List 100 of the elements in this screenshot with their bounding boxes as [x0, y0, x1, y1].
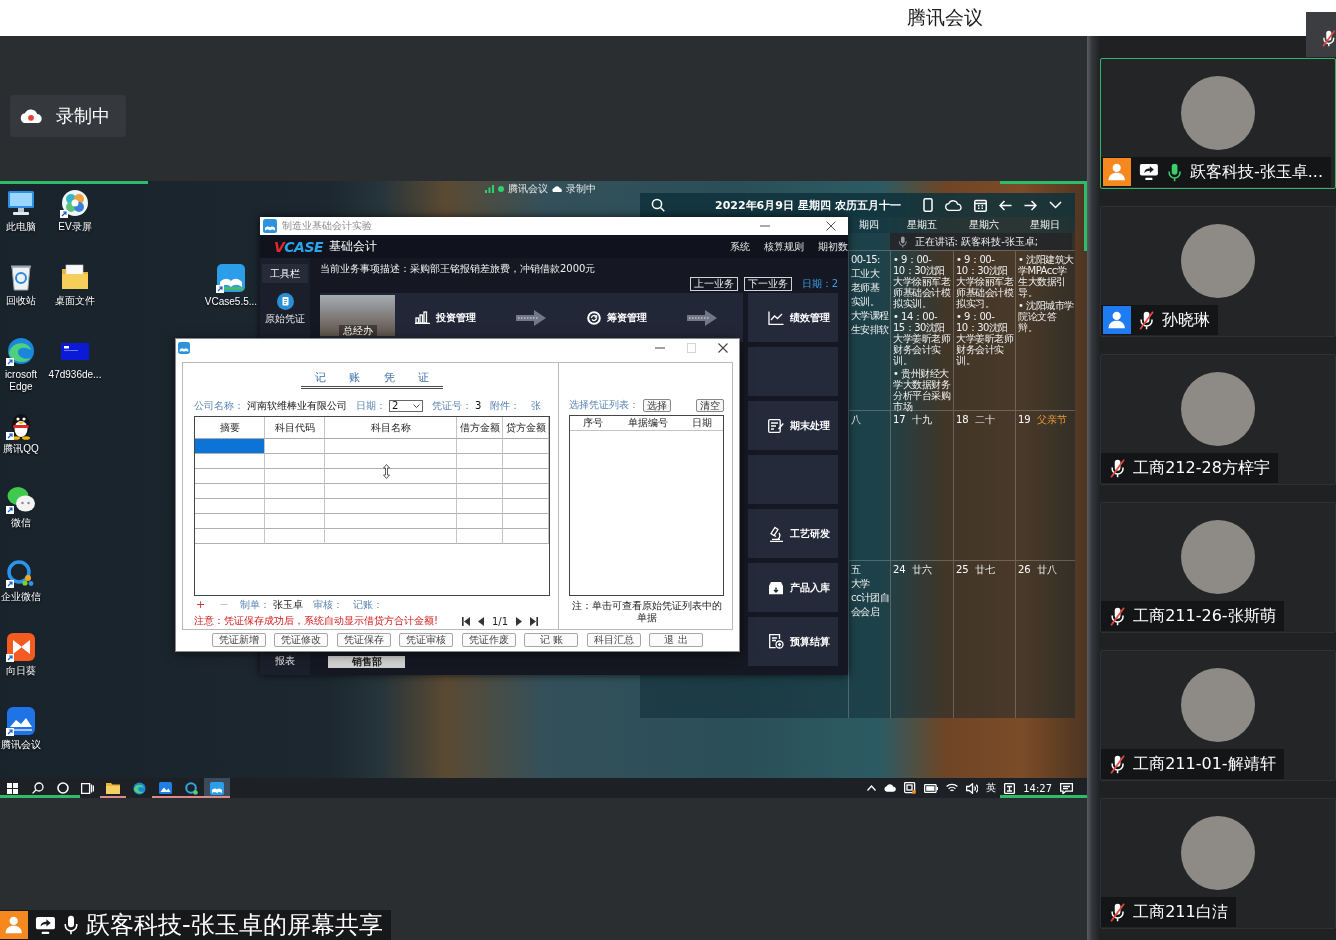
entry-cell[interactable]: [457, 514, 503, 529]
entry-cell[interactable]: [265, 469, 325, 484]
date-select[interactable]: 2: [389, 399, 423, 412]
windows-start-icon[interactable]: [7, 782, 18, 794]
entry-cell[interactable]: [265, 514, 325, 529]
entry-cell[interactable]: [195, 484, 265, 499]
ime-icon[interactable]: [1004, 782, 1016, 794]
input-language[interactable]: 英: [986, 781, 997, 795]
desktop-shortcut[interactable]: VCase5.5...: [204, 260, 258, 308]
task-view-icon[interactable]: [81, 782, 94, 794]
desktop-shortcut[interactable]: EV录屏: [58, 185, 92, 233]
tray-app-icon[interactable]: [904, 782, 917, 794]
chevron-down-icon[interactable]: [1049, 201, 1062, 209]
close-icon[interactable]: [826, 221, 836, 231]
desktop-shortcut[interactable]: 企业微信: [1, 555, 41, 603]
list-button[interactable]: 选择: [643, 398, 671, 412]
arrow-left-icon[interactable]: [999, 199, 1012, 211]
module-button[interactable]: 工艺研发: [748, 509, 838, 558]
action-button[interactable]: 凭证修改: [274, 633, 329, 647]
calendar-icon[interactable]: [974, 198, 987, 212]
desktop-shortcut[interactable]: 回收站: [6, 259, 36, 307]
entry-cell[interactable]: [265, 454, 325, 469]
action-button[interactable]: 退 出: [648, 633, 703, 647]
entry-cell[interactable]: [195, 469, 265, 484]
entry-cell[interactable]: [457, 484, 503, 499]
action-button[interactable]: 科目汇总: [586, 633, 641, 647]
desktop-shortcut[interactable]: 腾讯会议: [1, 703, 41, 751]
menu-item[interactable]: 系统: [730, 239, 750, 254]
entry-cell[interactable]: [325, 514, 457, 529]
notification-icon[interactable]: [1060, 782, 1073, 794]
flow-step-button[interactable]: 筹资管理: [586, 310, 647, 325]
taskbar-button[interactable]: [204, 778, 230, 798]
nav-button[interactable]: 下一业务: [743, 277, 792, 291]
entry-cell[interactable]: [457, 439, 503, 454]
chevron-up-icon[interactable]: [867, 785, 877, 791]
desktop-shortcut[interactable]: 微信: [6, 481, 36, 529]
entry-cell[interactable]: [457, 454, 503, 469]
next-page-icon[interactable]: [516, 616, 522, 626]
previous-page-icon[interactable]: [477, 616, 484, 626]
list-button[interactable]: 清空: [696, 398, 724, 412]
search-icon[interactable]: [31, 782, 44, 794]
entry-cell[interactable]: [503, 454, 549, 469]
recording-badge[interactable]: 录制中: [10, 95, 126, 137]
entry-cell[interactable]: [325, 469, 457, 484]
action-button[interactable]: 凭证作废: [461, 633, 516, 647]
menu-item[interactable]: 核算规则: [764, 239, 804, 254]
close-icon[interactable]: [718, 343, 728, 353]
entry-cell[interactable]: [503, 514, 549, 529]
cloud-outline-icon[interactable]: [945, 199, 962, 211]
entry-cell[interactable]: [325, 454, 457, 469]
entry-cell[interactable]: [265, 439, 325, 454]
first-page-icon[interactable]: [461, 616, 470, 626]
module-button[interactable]: 期末处理: [748, 401, 838, 450]
phone-icon[interactable]: [923, 198, 933, 212]
circle-icon[interactable]: [56, 782, 69, 794]
participant-tile[interactable]: 孙晓琳: [1100, 206, 1336, 337]
video-tile[interactable]: [1306, 12, 1336, 57]
entry-cell[interactable]: [325, 499, 457, 514]
entry-cell[interactable]: [265, 484, 325, 499]
tool-button[interactable]: 原始凭证: [265, 293, 305, 325]
desktop-shortcut[interactable]: 47d936de...: [48, 333, 102, 381]
desktop-shortcut[interactable]: 此电脑: [6, 185, 36, 233]
entry-cell[interactable]: [195, 439, 265, 454]
speaker-icon[interactable]: [966, 782, 979, 794]
cloud-icon[interactable]: [884, 784, 897, 792]
nav-button[interactable]: 上一业务: [689, 277, 738, 291]
entry-cell[interactable]: [265, 499, 325, 514]
search-icon[interactable]: [651, 198, 665, 212]
entry-cell[interactable]: [503, 469, 549, 484]
entry-cell[interactable]: [503, 439, 549, 454]
tool-button[interactable]: 报表: [275, 655, 295, 667]
entry-cell[interactable]: [195, 499, 265, 514]
entry-cell[interactable]: [325, 439, 457, 454]
participant-tile[interactable]: 工商211-26-张斯萌: [1100, 502, 1336, 633]
entry-cell[interactable]: [195, 529, 265, 544]
participant-tile[interactable]: 跃客科技-张玉卓...: [1100, 58, 1336, 189]
arrow-right-icon[interactable]: [1024, 199, 1037, 211]
menu-item[interactable]: 期初数: [818, 239, 848, 254]
module-button[interactable]: 产品入库: [748, 563, 838, 612]
desktop-shortcut[interactable]: icrosoft Edge: [0, 333, 42, 393]
clock-time[interactable]: 14:27: [1023, 782, 1052, 794]
action-button[interactable]: 记 账: [524, 633, 579, 647]
desktop-shortcut[interactable]: 桌面文件: [55, 259, 95, 307]
module-button[interactable]: 预算结算: [748, 617, 838, 666]
entry-cell[interactable]: [503, 529, 549, 544]
entry-cell[interactable]: [325, 529, 457, 544]
add-row-button[interactable]: +: [194, 599, 208, 611]
entry-cell[interactable]: [195, 514, 265, 529]
entry-cell[interactable]: [457, 469, 503, 484]
module-button[interactable]: 绩效管理: [748, 293, 838, 342]
flow-step-button[interactable]: 投资管理: [415, 310, 477, 325]
entry-cell[interactable]: [503, 484, 549, 499]
wifi-icon[interactable]: [946, 783, 959, 793]
entry-cell[interactable]: [457, 529, 503, 544]
entry-cell[interactable]: [265, 529, 325, 544]
last-page-icon[interactable]: [530, 616, 538, 626]
participant-tile[interactable]: 工商212-28方梓宇: [1100, 354, 1336, 485]
entry-cell[interactable]: [325, 484, 457, 499]
department-tab[interactable]: 销售部: [328, 656, 405, 668]
battery-icon[interactable]: [924, 783, 939, 793]
